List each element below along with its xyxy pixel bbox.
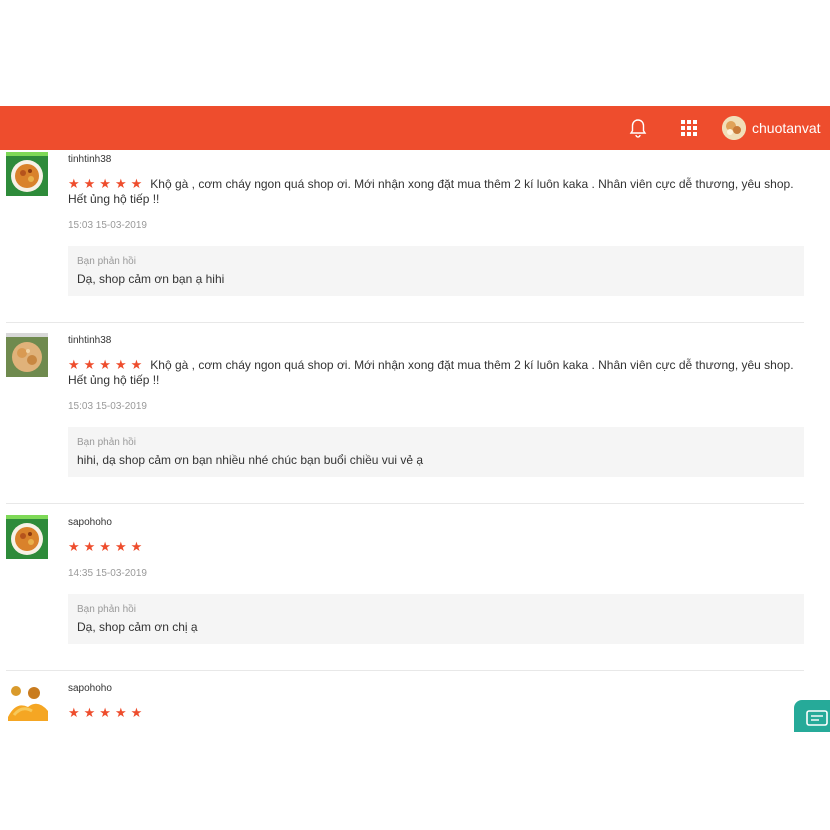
reply-text: Dạ, shop cảm ơn chị ạ [77,620,198,634]
review-text: Khộ gà , cơm cháy ngon quá shop ơi. Mới … [68,358,794,387]
review-product-thumbnail[interactable] [6,333,48,377]
review-product-thumbnail[interactable] [6,681,48,723]
username: chuotanvat [752,120,821,136]
avatar [722,116,746,140]
review-product-thumbnail[interactable] [6,152,48,196]
reply-label: Bạn phản hồi [77,604,136,615]
review-time: 14:35 15-03-2019 [68,568,147,579]
reviewer-name: tinhtinh38 [68,154,112,165]
seller-reply: Bạn phản hồi Dạ, shop cảm ơn chị ạ [68,594,804,644]
chat-button[interactable] [794,700,830,732]
reviewer-name: tinhtinh38 [68,335,112,346]
reviews-list: tinhtinh38 ★★★★★ Khộ gà , cơm cháy ngon q… [0,150,830,723]
user-menu[interactable]: chuotanvat [722,115,821,141]
reply-label: Bạn phản hồi [77,437,136,448]
review-item: sapohoho ★★★★★ 14:35 15-03-2019 Bạn phản… [6,513,804,671]
reviewer-name: sapohoho [68,517,112,528]
reply-label: Bạn phản hồi [77,256,136,267]
review-content: ★★★★★ Khộ gà , cơm cháy ngon quá shop ơi.… [68,176,804,207]
bell-icon[interactable] [627,117,649,139]
divider [6,503,804,504]
review-content: ★★★★★ [68,539,804,555]
star-rating: ★★★★★ [68,176,147,191]
review-content: ★★★★★ [68,705,804,721]
review-item: tinhtinh38 ★★★★★ Khộ gà , cơm cháy ngon q… [6,150,804,323]
seller-reply: Bạn phản hồi Dạ, shop cảm ơn bạn ạ hihi [68,246,804,296]
review-time: 15:03 15-03-2019 [68,401,147,412]
reviewer-name: sapohoho [68,683,112,694]
review-product-thumbnail[interactable] [6,515,48,559]
seller-reply: Bạn phản hồi hihi, dạ shop cảm ơn bạn nh… [68,427,804,477]
chat-icon [806,710,828,726]
review-content: ★★★★★ Khộ gà , cơm cháy ngon quá shop ơi.… [68,357,804,388]
star-rating: ★★★★★ [68,705,147,720]
reply-text: hihi, dạ shop cảm ơn bạn nhiều nhé chúc … [77,453,424,467]
review-time: 15:03 15-03-2019 [68,220,147,231]
apps-grid-icon[interactable] [679,118,699,138]
reply-text: Dạ, shop cảm ơn bạn ạ hihi [77,272,225,286]
star-rating: ★★★★★ [68,539,147,554]
review-item: tinhtinh38 ★★★★★ Khộ gà , cơm cháy ngon q… [6,331,804,504]
top-navigation-bar: chuotanvat [0,106,830,150]
divider [6,670,804,671]
review-item: sapohoho ★★★★★ [6,679,804,723]
divider [6,322,804,323]
star-rating: ★★★★★ [68,357,147,372]
review-text: Khộ gà , cơm cháy ngon quá shop ơi. Mới … [68,177,794,206]
